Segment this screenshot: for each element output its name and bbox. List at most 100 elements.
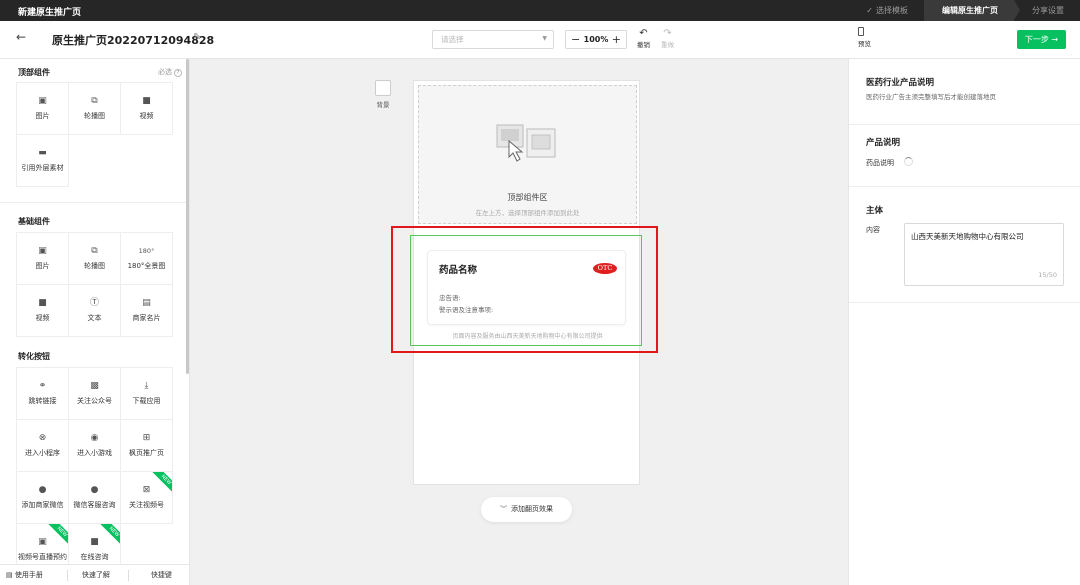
component-label: 文本 <box>87 314 102 322</box>
business-card-icon: ▤ <box>142 298 151 308</box>
component-image[interactable]: ▣ 图片 <box>16 82 69 135</box>
industry-subtitle: 医药行业广告主须完整填写后才能创建落地页 <box>866 93 996 101</box>
component-business-card[interactable]: ▤ 商家名片 <box>120 284 173 337</box>
component-label: 视频号直播预约 <box>18 553 67 561</box>
product-desc-label: 药品说明 <box>866 159 894 167</box>
button-follow-account[interactable]: ▩ 关注公众号 <box>68 367 121 420</box>
preview-button[interactable]: 预览 <box>858 27 871 48</box>
panel-scrollbar[interactable] <box>186 59 189 374</box>
subject-content-value[interactable]: 山西天美新天地购物中心有限公司 <box>911 231 1024 242</box>
text-icon: Ⓣ <box>89 298 99 308</box>
component-label: 添加商家微信 <box>21 501 64 509</box>
zoom-value: 100% <box>583 35 609 44</box>
add-flip-effect-button[interactable]: ︾ 添加翻页效果 <box>481 497 572 522</box>
panorama-icon: 180° <box>138 247 155 255</box>
carousel-icon: ⧉ <box>91 96 98 106</box>
app-title: 新建原生推广页 <box>18 8 82 18</box>
flip-effect-label: 添加翻页效果 <box>511 505 553 513</box>
chevron-down-icon: ▼ <box>542 35 547 42</box>
undo-button[interactable]: ↶ 撤销 <box>637 28 650 49</box>
subject-content-field[interactable]: 山西天美新天地购物中心有限公司 15/50 <box>904 223 1064 286</box>
industry-title: 医药行业产品说明 <box>866 78 935 88</box>
step-share-settings[interactable]: 分享设置 <box>1014 0 1080 21</box>
official-account-icon: ▩ <box>90 381 99 391</box>
background-label: 背景 <box>376 101 390 109</box>
step-label: 选择模板 <box>876 6 908 15</box>
component-carousel[interactable]: ⧉ 轮播图 <box>68 82 121 135</box>
component-text[interactable]: Ⓣ 文本 <box>68 284 121 337</box>
video-icon: ■ <box>38 298 47 308</box>
quick-start-link[interactable]: 快速了解 <box>68 570 110 580</box>
manual-link[interactable]: ▤ 使用手册 <box>0 570 43 580</box>
check-icon: ✓ <box>866 6 873 15</box>
undo-label: 撤销 <box>637 41 650 49</box>
product-desc-section: 产品说明 药品说明 <box>849 125 1080 187</box>
top-bar: 新建原生推广页 ✓ 选择模板 编辑原生推广页 分享设置 <box>0 0 1080 21</box>
component-label: 进入小程序 <box>25 449 60 457</box>
back-arrow-icon[interactable]: ← <box>16 30 26 44</box>
button-jump-link[interactable]: ⚭ 跳转链接 <box>16 367 69 420</box>
component-label: 微信客服咨询 <box>73 501 116 509</box>
properties-panel: 医药行业产品说明 医药行业广告主须完整填写后才能创建落地页 产品说明 药品说明 … <box>848 59 1080 585</box>
template-select[interactable]: ▼ <box>432 30 554 49</box>
button-promo-page[interactable]: ⊞ 枫页推广页 <box>120 419 173 472</box>
button-customer-service[interactable]: ● 微信客服咨询 <box>68 471 121 524</box>
basic-components-grid: ▣ 图片 ⧉ 轮播图 180° 180°全景图 ■ 视频 Ⓣ 文本 ▤ 商家名片 <box>16 232 173 337</box>
button-follow-channels[interactable]: NEW ⊠ 关注视频号 <box>120 471 173 524</box>
component-label: 轮播图 <box>84 112 105 120</box>
help-icon[interactable]: ? <box>174 69 182 77</box>
basic-components-heading: 基础组件 <box>18 217 50 226</box>
new-badge: NEW <box>151 472 172 495</box>
manual-label: 使用手册 <box>14 571 43 579</box>
step-label: 分享设置 <box>1032 6 1064 15</box>
component-panorama[interactable]: 180° 180°全景图 <box>120 232 173 285</box>
manual-icon: ▤ <box>6 571 13 579</box>
component-video[interactable]: ■ 视频 <box>16 284 69 337</box>
zoom-out-button[interactable]: − <box>571 33 580 46</box>
shortcuts-link[interactable]: 快捷键 <box>129 570 172 580</box>
component-label: 关注视频号 <box>129 501 164 509</box>
component-label: 图片 <box>35 262 50 270</box>
button-mini-program[interactable]: ⊗ 进入小程序 <box>16 419 69 472</box>
top-component-zone[interactable]: 顶部组件区 在左上方，选择顶部组件添加到此处 <box>418 85 637 224</box>
component-carousel[interactable]: ⧉ 轮播图 <box>68 232 121 285</box>
zoom-in-button[interactable]: + <box>612 33 621 46</box>
component-label: 跳转链接 <box>28 397 57 405</box>
conversion-buttons-grid: ⚭ 跳转链接 ▩ 关注公众号 ⤓ 下载应用 ⊗ 进入小程序 ◉ 进入小游戏 ⊞ … <box>16 367 173 576</box>
online-consult-icon: ■ <box>90 537 99 547</box>
loading-spinner-icon <box>904 157 913 166</box>
step-edit-page[interactable]: 编辑原生推广页 <box>924 0 1020 21</box>
required-hint: 必选? <box>158 67 182 77</box>
conversion-buttons-heading: 转化按钮 <box>18 352 50 361</box>
image-icon: ▣ <box>38 246 47 256</box>
component-label: 视频 <box>35 314 50 322</box>
image-placeholder-icon <box>496 124 556 162</box>
component-panel: 顶部组件 必选? ▣ 图片 ⧉ 轮播图 ■ 视频 ▬ 引用外层素材 基础组件 ▣… <box>0 59 190 585</box>
component-label: 引用外层素材 <box>21 164 64 172</box>
toolbar: ← 原生推广页20220712094828 ✎ ▼ − 100% + ↶ 撤销 … <box>0 21 1080 59</box>
step-select-template[interactable]: ✓ 选择模板 <box>848 0 924 21</box>
component-label: 商家名片 <box>132 314 161 322</box>
background-swatch <box>375 80 391 96</box>
phone-icon <box>858 27 864 36</box>
top-components-heading: 顶部组件 <box>18 68 50 77</box>
button-mini-game[interactable]: ◉ 进入小游戏 <box>68 419 121 472</box>
char-count: 15/50 <box>1038 271 1057 279</box>
chevron-down-icon: ︾ <box>500 505 507 513</box>
background-setting[interactable]: 背景 <box>375 80 391 109</box>
download-icon: ⤓ <box>144 381 149 391</box>
next-step-button[interactable]: 下一步 → <box>1017 30 1066 49</box>
component-label: 枫页推广页 <box>129 449 164 457</box>
component-video[interactable]: ■ 视频 <box>120 82 173 135</box>
component-external-material[interactable]: ▬ 引用外层素材 <box>16 134 69 187</box>
component-image[interactable]: ▣ 图片 <box>16 232 69 285</box>
edit-pencil-icon[interactable]: ✎ <box>193 32 201 43</box>
mini-game-icon: ◉ <box>90 433 99 443</box>
component-label: 图片 <box>35 112 50 120</box>
preview-label: 预览 <box>858 40 871 48</box>
redo-button[interactable]: ↷ 重做 <box>661 28 674 49</box>
button-add-wechat[interactable]: ● 添加商家微信 <box>16 471 69 524</box>
product-desc-title: 产品说明 <box>866 138 901 148</box>
button-download-app[interactable]: ⤓ 下载应用 <box>120 367 173 420</box>
select-input[interactable] <box>433 31 533 48</box>
